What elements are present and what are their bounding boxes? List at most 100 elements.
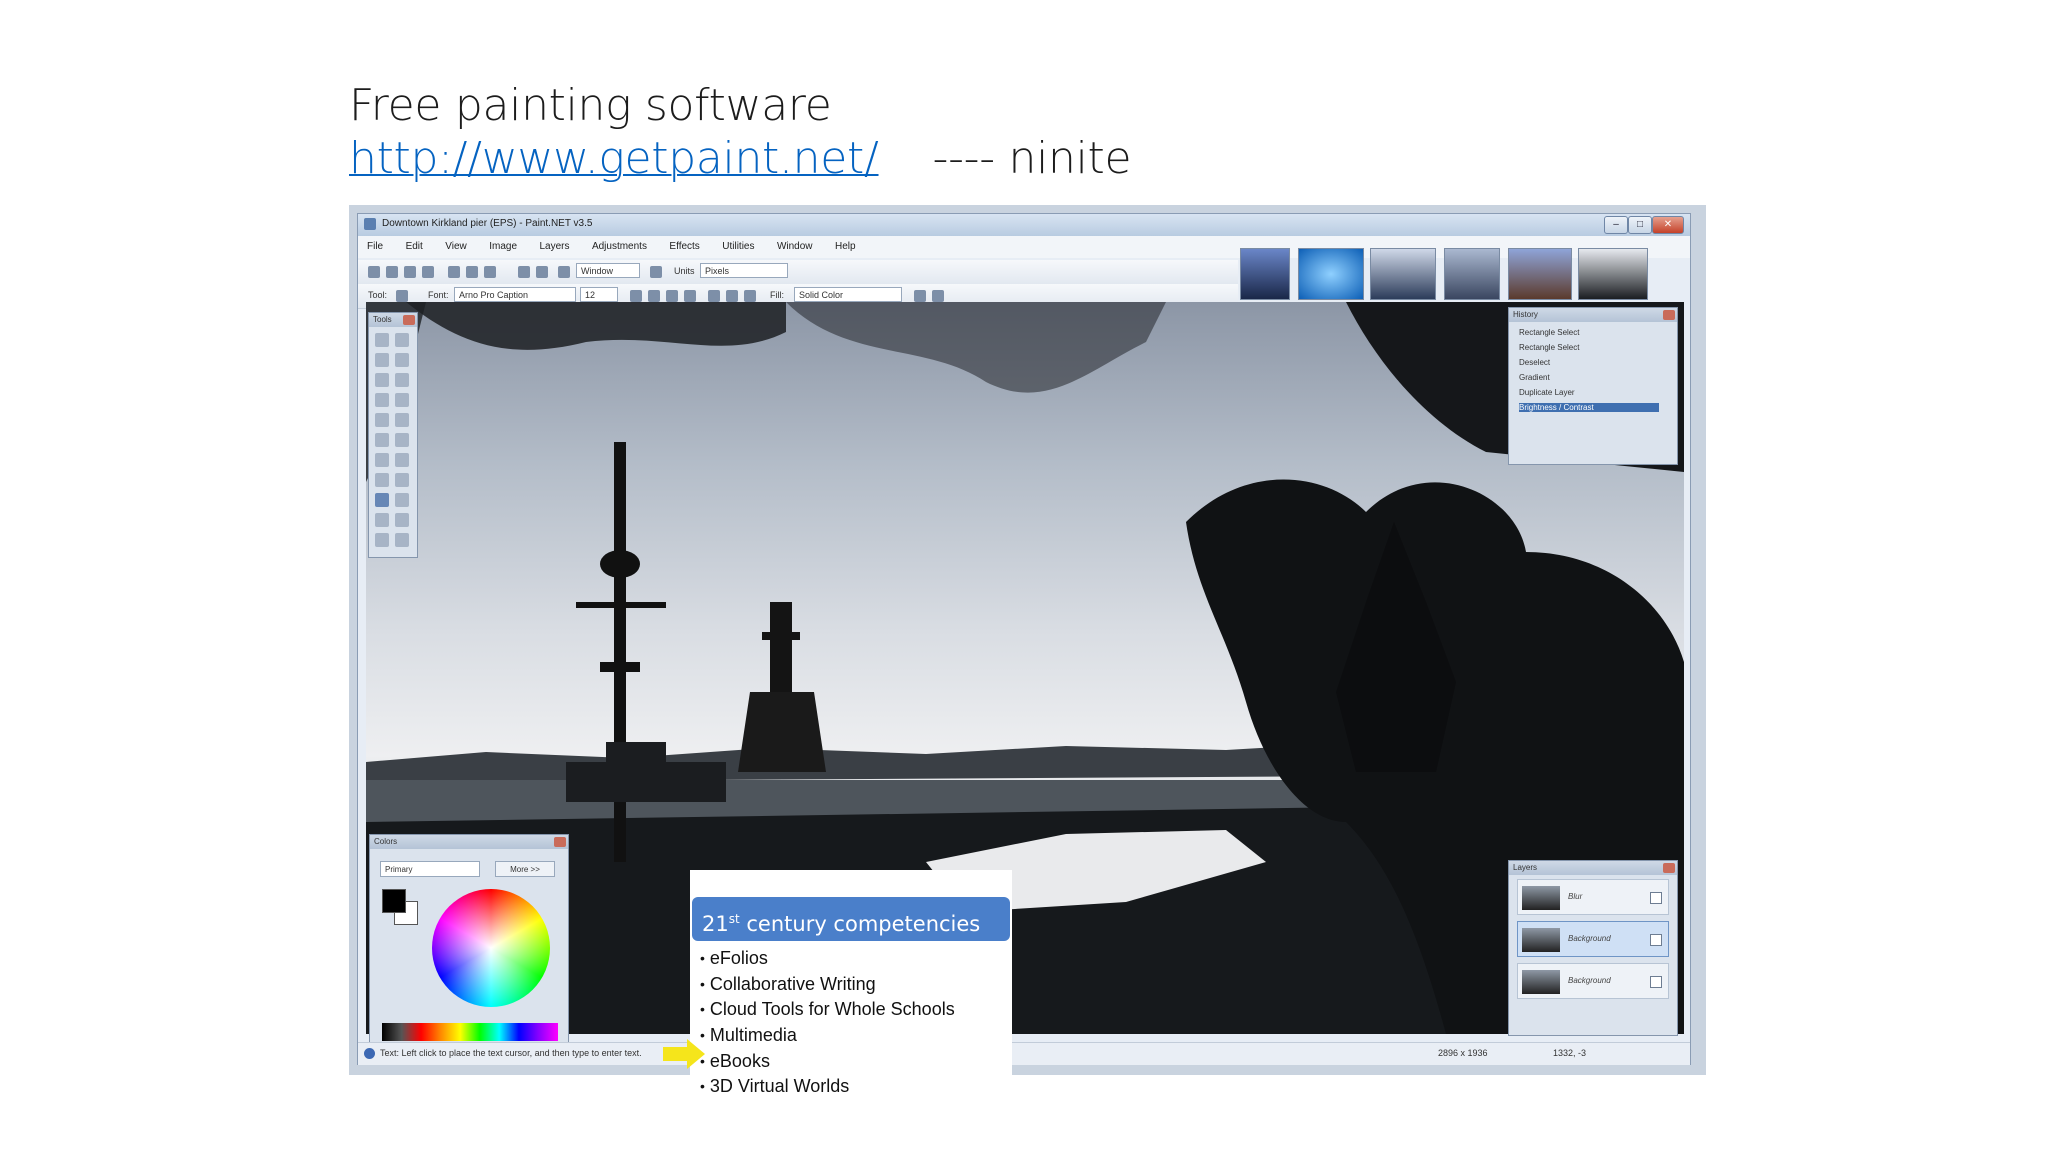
history-item[interactable]: Rectangle Select [1519,343,1579,352]
color-picker-icon[interactable] [395,473,409,487]
paste-icon[interactable] [484,266,496,278]
clone-stamp-icon[interactable] [395,453,409,467]
menu-file[interactable]: File [358,237,392,256]
image-tab-thumbnail[interactable] [1298,248,1364,300]
move-selection-icon[interactable] [395,353,409,367]
grid-icon[interactable] [650,266,662,278]
more-colors-button[interactable]: More >> [495,861,555,877]
color-mode-select[interactable]: Primary [380,861,480,877]
units-label: Units [674,266,695,276]
layer-row-selected[interactable]: Background [1517,921,1669,957]
blend-icon[interactable] [932,290,944,302]
move-tool-icon[interactable] [395,333,409,347]
menu-adjustments[interactable]: Adjustments [583,237,656,256]
menu-window[interactable]: Window [768,237,822,256]
ellipse-tool-icon[interactable] [375,533,389,547]
close-icon[interactable] [403,315,415,325]
text-tool-icon[interactable] [375,493,389,507]
menu-effects[interactable]: Effects [660,237,708,256]
bold-icon[interactable] [630,290,642,302]
pan-tool-icon[interactable] [395,393,409,407]
slide-title: Free painting software [349,80,832,131]
pencil-icon[interactable] [375,453,389,467]
maximize-button[interactable]: □ [1628,216,1652,234]
align-center-icon[interactable] [726,290,738,302]
history-item[interactable]: Duplicate Layer [1519,388,1575,397]
menu-utilities[interactable]: Utilities [713,237,763,256]
select-tool-icon[interactable] [375,333,389,347]
minimize-button[interactable]: – [1604,216,1628,234]
color-palette[interactable] [382,1023,558,1041]
zoom-select[interactable]: Window [576,263,640,278]
close-button[interactable]: ✕ [1652,216,1684,234]
italic-icon[interactable] [648,290,660,302]
image-tab-thumbnail[interactable] [1370,248,1436,300]
menu-layers[interactable]: Layers [530,237,578,256]
getpaint-link[interactable]: http://www.getpaint.net/ [349,133,879,184]
history-item[interactable]: Deselect [1519,358,1550,367]
font-select[interactable]: Arno Pro Caption [454,287,576,302]
image-size-readout: 2896 x 1936 [1438,1048,1488,1058]
list-item: Multimedia [700,1023,955,1049]
app-icon [364,218,376,230]
open-icon[interactable] [386,266,398,278]
history-item-selected[interactable]: Brightness / Contrast [1519,403,1659,412]
ellipse-select-icon[interactable] [375,373,389,387]
strikethrough-icon[interactable] [684,290,696,302]
menu-view[interactable]: View [436,237,476,256]
image-tab-thumbnail[interactable] [1444,248,1500,300]
eraser-icon[interactable] [395,433,409,447]
recolor-icon[interactable] [375,473,389,487]
menu-edit[interactable]: Edit [397,237,432,256]
copy-icon[interactable] [466,266,478,278]
redo-icon[interactable] [536,266,548,278]
rectangle-tool-icon[interactable] [375,513,389,527]
magic-wand-icon[interactable] [375,393,389,407]
align-right-icon[interactable] [744,290,756,302]
text-tool-icon[interactable] [396,290,408,302]
antialias-icon[interactable] [914,290,926,302]
bucket-icon[interactable] [375,413,389,427]
freeform-icon[interactable] [395,533,409,547]
layer-row[interactable]: Blur [1517,879,1669,915]
yellow-arrow-icon [663,1039,705,1069]
competencies-list: eFolios Collaborative Writing Cloud Tool… [700,946,955,1100]
layer-visibility-checkbox[interactable] [1650,892,1662,904]
history-panel-title: History [1509,308,1677,322]
close-icon[interactable] [1663,310,1675,320]
undo-icon[interactable] [518,266,530,278]
primary-color-swatch[interactable] [382,889,406,913]
image-tab-thumbnail[interactable] [1508,248,1572,300]
zoom-icon[interactable] [558,266,570,278]
zoom-tool-icon[interactable] [395,373,409,387]
save-icon[interactable] [404,266,416,278]
image-tab-thumbnail[interactable] [1240,248,1290,300]
underline-icon[interactable] [666,290,678,302]
menu-image[interactable]: Image [480,237,526,256]
image-tab-thumbnail[interactable] [1578,248,1648,300]
menu-help[interactable]: Help [826,237,865,256]
history-item[interactable]: Rectangle Select [1519,328,1579,337]
print-icon[interactable] [422,266,434,278]
line-tool-icon[interactable] [395,493,409,507]
layer-visibility-checkbox[interactable] [1650,934,1662,946]
rounded-rect-icon[interactable] [395,513,409,527]
fill-select[interactable]: Solid Color [794,287,902,302]
cursor-coords-readout: 1332, -3 [1553,1048,1587,1058]
lasso-tool-icon[interactable] [375,353,389,367]
align-left-icon[interactable] [708,290,720,302]
new-icon[interactable] [368,266,380,278]
layer-row[interactable]: Background [1517,963,1669,999]
close-icon[interactable] [554,837,566,847]
gradient-icon[interactable] [395,413,409,427]
fill-label: Fill: [770,290,784,300]
font-size-select[interactable]: 12 [580,287,618,302]
cut-icon[interactable] [448,266,460,278]
units-select[interactable]: Pixels [700,263,788,278]
color-wheel[interactable] [432,889,550,1007]
history-item[interactable]: Gradient [1519,373,1550,382]
image-tabs [1238,242,1678,306]
layer-visibility-checkbox[interactable] [1650,976,1662,988]
close-icon[interactable] [1663,863,1675,873]
brush-icon[interactable] [375,433,389,447]
